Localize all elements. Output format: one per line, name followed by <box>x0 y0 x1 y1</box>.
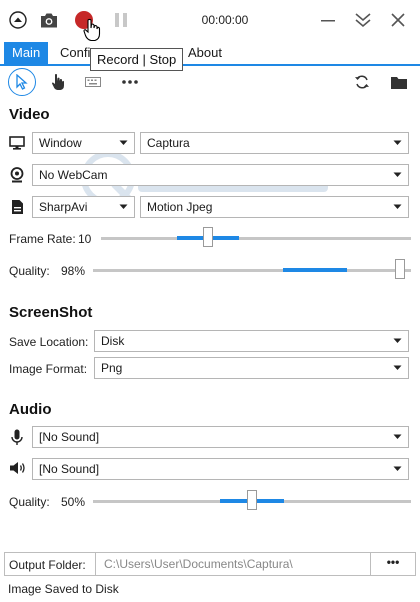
folder-icon[interactable] <box>388 72 410 92</box>
webcam-value: No WebCam <box>39 168 108 182</box>
audio-quality-value: 50% <box>61 495 86 509</box>
chevron-down-icon <box>392 432 402 442</box>
video-quality-slider[interactable] <box>93 259 411 281</box>
video-quality-slider-fill <box>283 268 347 272</box>
video-quality-slider-thumb[interactable] <box>395 259 405 279</box>
audio-quality-slider-thumb[interactable] <box>247 490 257 510</box>
video-quality-value: 98% <box>61 264 86 278</box>
screenshot-section-title: ScreenShot <box>9 304 93 321</box>
video-codec-select[interactable]: Motion Jpeg <box>140 196 409 218</box>
webcam-icon <box>9 166 25 184</box>
video-section-title: Video <box>9 106 50 123</box>
tab-main[interactable]: Main <box>4 42 49 64</box>
audio-section-title: Audio <box>9 401 52 418</box>
chevron-down-icon <box>392 363 402 373</box>
image-format-select[interactable]: Png <box>94 357 409 379</box>
video-source-type-select[interactable]: Window <box>32 132 135 154</box>
video-codec-value: Motion Jpeg <box>147 200 213 214</box>
frame-rate-slider[interactable] <box>101 227 411 249</box>
status-bar: Image Saved to Disk <box>0 576 420 602</box>
audio-quality-slider[interactable] <box>93 490 411 512</box>
tab-about[interactable]: About <box>180 42 230 64</box>
frame-rate-slider-thumb[interactable] <box>203 227 213 247</box>
output-folder-path[interactable]: C:\Users\User\Documents\Captura\ <box>95 552 371 576</box>
refresh-icon[interactable] <box>352 72 372 92</box>
chevron-down-icon <box>118 138 128 148</box>
title-toolbar: 00:00:00 <box>0 0 420 42</box>
pause-icon[interactable] <box>112 11 130 29</box>
monitor-icon <box>8 135 26 151</box>
browse-folder-button[interactable]: ••• <box>371 555 415 573</box>
double-chevron-down-icon[interactable] <box>352 9 374 31</box>
speaker-icon <box>8 460 26 476</box>
frame-rate-value: 10 <box>78 232 92 246</box>
video-source-type-value: Window <box>39 136 82 150</box>
speaker-select[interactable]: [No Sound] <box>32 458 409 480</box>
save-location-label: Save Location: <box>9 335 89 349</box>
microphone-select[interactable]: [No Sound] <box>32 426 409 448</box>
mouse-hand-cursor-icon <box>83 18 101 42</box>
chevron-down-icon <box>392 138 402 148</box>
chevron-down-icon <box>392 336 402 346</box>
video-writer-select[interactable]: SharpAvi <box>32 196 135 218</box>
chevron-down-icon <box>392 202 402 212</box>
webcam-select[interactable]: No WebCam <box>32 164 409 186</box>
audio-quality-label: Quality: <box>9 495 50 509</box>
speaker-value: [No Sound] <box>39 462 100 476</box>
microphone-value: [No Sound] <box>39 430 100 444</box>
image-format-value: Png <box>101 361 123 375</box>
tab-underline <box>0 64 420 66</box>
video-source-select[interactable]: Captura <box>140 132 409 154</box>
pointer-icon[interactable] <box>8 68 36 96</box>
close-icon[interactable] <box>388 10 408 30</box>
keyboard-icon[interactable] <box>83 74 103 90</box>
chevron-down-icon <box>118 202 128 212</box>
file-icon <box>9 198 25 216</box>
video-writer-value: SharpAvi <box>39 200 88 214</box>
record-tooltip: Record | Stop <box>90 48 184 71</box>
minimize-icon[interactable] <box>318 10 338 30</box>
status-text: Image Saved to Disk <box>8 582 119 596</box>
output-folder-row: Output Folder: C:\Users\User\Documents\C… <box>4 552 416 576</box>
video-source-value: Captura <box>147 136 190 150</box>
output-folder-label: Output Folder: <box>9 558 86 572</box>
image-format-label: Image Format: <box>9 362 88 376</box>
collapse-icon[interactable] <box>8 10 28 30</box>
chevron-down-icon <box>392 464 402 474</box>
frame-rate-label: Frame Rate: <box>9 232 76 246</box>
more-icon[interactable] <box>120 74 140 90</box>
chevron-down-icon <box>392 170 402 180</box>
microphone-icon <box>10 428 24 446</box>
save-location-select[interactable]: Disk <box>94 330 409 352</box>
video-quality-label: Quality: <box>9 264 50 278</box>
screenshot-camera-icon[interactable] <box>38 10 60 30</box>
save-location-value: Disk <box>101 334 125 348</box>
elapsed-timer: 00:00:00 <box>201 13 249 27</box>
hand-icon[interactable] <box>48 72 68 92</box>
